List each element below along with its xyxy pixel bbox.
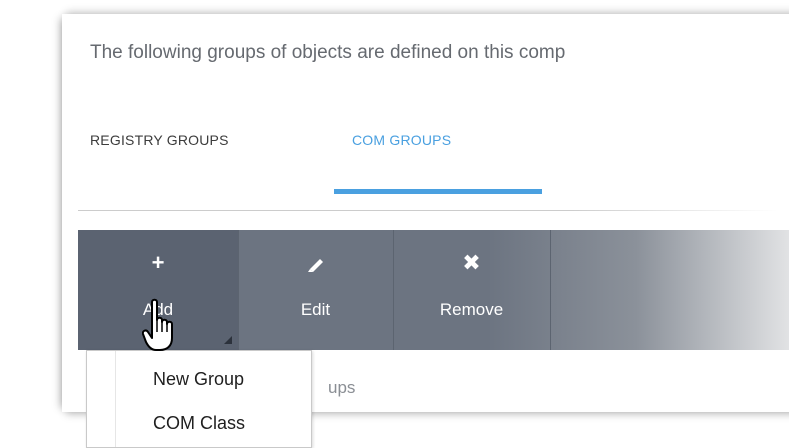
active-tab-indicator bbox=[334, 189, 542, 194]
plus-icon: + bbox=[151, 250, 165, 275]
tab-bar: REGISTRY GROUPS COM GROUPS bbox=[0, 118, 760, 198]
menu-gutter bbox=[115, 351, 116, 447]
intro-text: The following groups of objects are defi… bbox=[90, 42, 566, 63]
remove-button-label: Remove bbox=[439, 300, 504, 319]
edit-button-label: Edit bbox=[300, 300, 331, 319]
x-icon: ✖ bbox=[462, 250, 481, 275]
hand-cursor-icon bbox=[142, 298, 173, 351]
menu-item-com-class[interactable]: COM Class bbox=[153, 413, 245, 434]
list-partial-text: ups bbox=[328, 378, 356, 397]
tab-registry-groups[interactable]: REGISTRY GROUPS bbox=[90, 132, 229, 148]
add-dropdown-menu: New Group COM Class bbox=[86, 350, 312, 448]
menu-item-new-group[interactable]: New Group bbox=[153, 369, 244, 390]
edit-button[interactable]: Edit bbox=[238, 230, 394, 350]
tab-com-groups[interactable]: COM GROUPS bbox=[352, 132, 451, 148]
dropdown-corner-icon bbox=[224, 336, 232, 344]
remove-button[interactable]: ✖ Remove bbox=[393, 230, 551, 350]
pencil-icon bbox=[307, 259, 323, 272]
toolbar: + Add Edit ✖ Remove bbox=[78, 230, 789, 350]
tabs-divider bbox=[78, 210, 778, 211]
